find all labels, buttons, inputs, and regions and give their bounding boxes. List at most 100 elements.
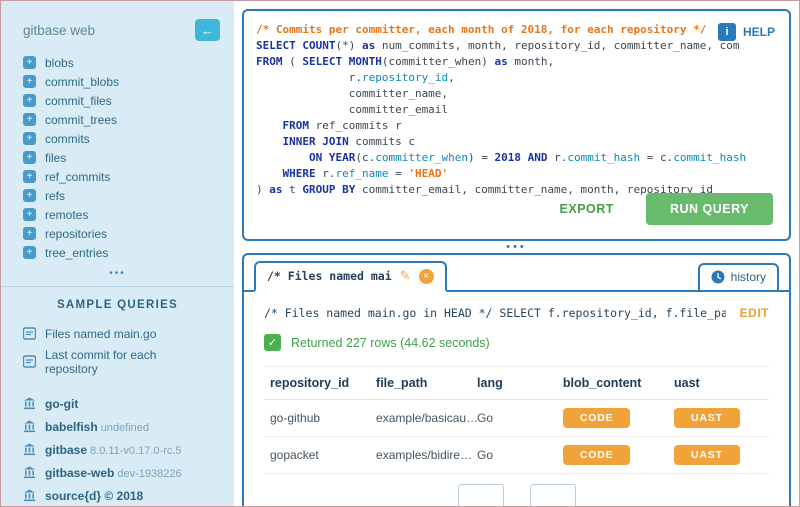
repository-id-cell[interactable]: gopacket bbox=[264, 437, 370, 474]
tab-query-result[interactable]: /* Files named mai ✎ × bbox=[254, 261, 447, 292]
sidebar-table-commit-files[interactable]: + commit_files bbox=[1, 91, 234, 110]
component-version: undefined bbox=[101, 422, 149, 434]
pagination bbox=[264, 484, 769, 507]
edit-pencil-icon[interactable]: ✎ bbox=[400, 268, 411, 284]
column-header-lang: lang bbox=[471, 367, 557, 400]
library-icon bbox=[23, 489, 36, 502]
plus-icon: + bbox=[23, 170, 36, 183]
sidebar-table-commit-blobs[interactable]: + commit_blobs bbox=[1, 72, 234, 91]
tab-history[interactable]: history bbox=[698, 263, 779, 292]
table-name: commits bbox=[45, 132, 90, 146]
sample-queries-title: SAMPLE QUERIES bbox=[1, 299, 234, 323]
table-name: commit_trees bbox=[45, 113, 117, 127]
uast-button[interactable]: UAST bbox=[674, 445, 740, 465]
uast-button[interactable]: UAST bbox=[674, 408, 740, 428]
help-button[interactable]: i HELP bbox=[718, 23, 775, 41]
help-label: HELP bbox=[743, 25, 775, 39]
arrow-left-icon: ← bbox=[201, 23, 214, 38]
plus-icon: + bbox=[23, 208, 36, 221]
library-icon bbox=[23, 443, 36, 456]
query-document-icon bbox=[23, 355, 36, 368]
sample-query-label: Last commit for each repository bbox=[45, 348, 212, 376]
component-name: go-git bbox=[45, 397, 78, 411]
edit-query-button[interactable]: EDIT bbox=[740, 306, 769, 320]
table-name: remotes bbox=[45, 208, 88, 222]
plus-icon: + bbox=[23, 75, 36, 88]
table-name: tree_entries bbox=[45, 246, 108, 260]
plus-icon: + bbox=[23, 227, 36, 240]
plus-icon: + bbox=[23, 132, 36, 145]
results-panel: /* Files named mai ✎ × history /* Files … bbox=[242, 253, 791, 507]
component-version: 8.0.11-v0.17.0-rc.5 bbox=[90, 445, 182, 457]
version-gitbase-web: gitbase-webdev-1938226 bbox=[1, 460, 234, 483]
tab-label: /* Files named mai bbox=[267, 269, 392, 283]
page-control[interactable] bbox=[458, 484, 504, 507]
export-button[interactable]: EXPORT bbox=[560, 202, 614, 216]
component-name: babelfish bbox=[45, 420, 98, 434]
sidebar-header: gitbase web ← bbox=[1, 13, 234, 51]
sample-query-label: Files named main.go bbox=[45, 327, 156, 341]
app-window: gitbase web ← +blobs + commit_blobs + comm… bbox=[0, 0, 800, 507]
sample-queries-list: Files named main.go Last commit for each… bbox=[1, 323, 234, 379]
sidebar-table-commit-trees[interactable]: + commit_trees bbox=[1, 110, 234, 129]
file-path-cell[interactable]: example/basicau… bbox=[370, 400, 471, 437]
sql-editor-panel: /* Commits per committer, each month of … bbox=[242, 9, 791, 241]
sidebar-table-blobs[interactable]: +blobs bbox=[1, 53, 234, 72]
table-name: commit_files bbox=[45, 94, 112, 108]
column-header-file-path: file_path bbox=[370, 367, 471, 400]
component-version: dev-1938226 bbox=[117, 468, 181, 480]
file-path-cell[interactable]: examples/bidire… bbox=[370, 437, 471, 474]
version-gitbase: gitbase8.0.11-v0.17.0-rc.5 bbox=[1, 437, 234, 460]
panel-splitter-handle[interactable]: ••• bbox=[242, 241, 791, 253]
version-go-git: go-git bbox=[1, 391, 234, 414]
repository-id-cell[interactable]: go-github bbox=[264, 400, 370, 437]
tables-more-indicator[interactable]: ••• bbox=[1, 262, 234, 286]
sidebar-table-ref-commits[interactable]: + ref_commits bbox=[1, 167, 234, 186]
sql-editor[interactable]: /* Commits per committer, each month of … bbox=[244, 11, 789, 209]
sample-queries-section: SAMPLE QUERIES Files named main.go Last … bbox=[1, 286, 234, 506]
sample-query-files-named-main-go[interactable]: Files named main.go bbox=[1, 323, 234, 344]
run-query-button[interactable]: RUN QUERY bbox=[646, 193, 773, 225]
info-icon: i bbox=[718, 23, 736, 41]
plus-icon: + bbox=[23, 189, 36, 202]
plus-icon: + bbox=[23, 151, 36, 164]
results-body: /* Files named main.go in HEAD */ SELECT… bbox=[244, 292, 789, 507]
clock-icon bbox=[711, 270, 725, 284]
plus-icon: + bbox=[23, 113, 36, 126]
sidebar-table-refs[interactable]: +refs bbox=[1, 186, 234, 205]
success-check-icon: ✓ bbox=[264, 334, 281, 351]
sidebar-table-repositories[interactable]: +repositories bbox=[1, 224, 234, 243]
query-summary-text: /* Files named main.go in HEAD */ SELECT… bbox=[264, 306, 726, 320]
plus-icon: + bbox=[23, 56, 36, 69]
library-icon bbox=[23, 397, 36, 410]
editor-actions: EXPORT RUN QUERY bbox=[560, 193, 773, 225]
code-button[interactable]: CODE bbox=[563, 445, 631, 465]
version-sourced: source{d} © 2018 bbox=[1, 483, 234, 506]
sidebar-table-files[interactable]: + files bbox=[1, 148, 234, 167]
table-header-row: repository_id file_path lang blob_conten… bbox=[264, 367, 769, 400]
page-size-control[interactable] bbox=[530, 484, 576, 507]
close-tab-icon[interactable]: × bbox=[419, 269, 434, 284]
collapse-sidebar-button[interactable]: ← bbox=[195, 19, 220, 41]
query-status-row: ✓ Returned 227 rows (44.62 seconds) bbox=[264, 334, 769, 351]
column-header-blob-content: blob_content bbox=[557, 367, 668, 400]
query-document-icon bbox=[23, 327, 36, 340]
table-name: files bbox=[45, 151, 66, 165]
sidebar-table-commits[interactable]: + commits bbox=[1, 129, 234, 148]
code-button[interactable]: CODE bbox=[563, 408, 631, 428]
table-name: ref_commits bbox=[45, 170, 110, 184]
history-label: history bbox=[731, 270, 766, 284]
lang-cell: Go bbox=[471, 400, 557, 437]
table-row: go-github example/basicau… Go CODE UAST bbox=[264, 400, 769, 437]
tables-list: +blobs + commit_blobs + commit_files + comm… bbox=[1, 51, 234, 262]
plus-icon: + bbox=[23, 94, 36, 107]
component-name: gitbase bbox=[45, 443, 87, 457]
sidebar: gitbase web ← +blobs + commit_blobs + comm… bbox=[1, 1, 234, 506]
library-icon bbox=[23, 420, 36, 433]
sample-query-last-commit[interactable]: Last commit for each repository bbox=[1, 344, 234, 379]
sidebar-table-remotes[interactable]: + remotes bbox=[1, 205, 234, 224]
component-name: gitbase-web bbox=[45, 466, 114, 480]
sidebar-table-tree-entries[interactable]: +tree_entries bbox=[1, 243, 234, 262]
table-name: commit_blobs bbox=[45, 75, 119, 89]
app-title: gitbase web bbox=[23, 23, 95, 38]
